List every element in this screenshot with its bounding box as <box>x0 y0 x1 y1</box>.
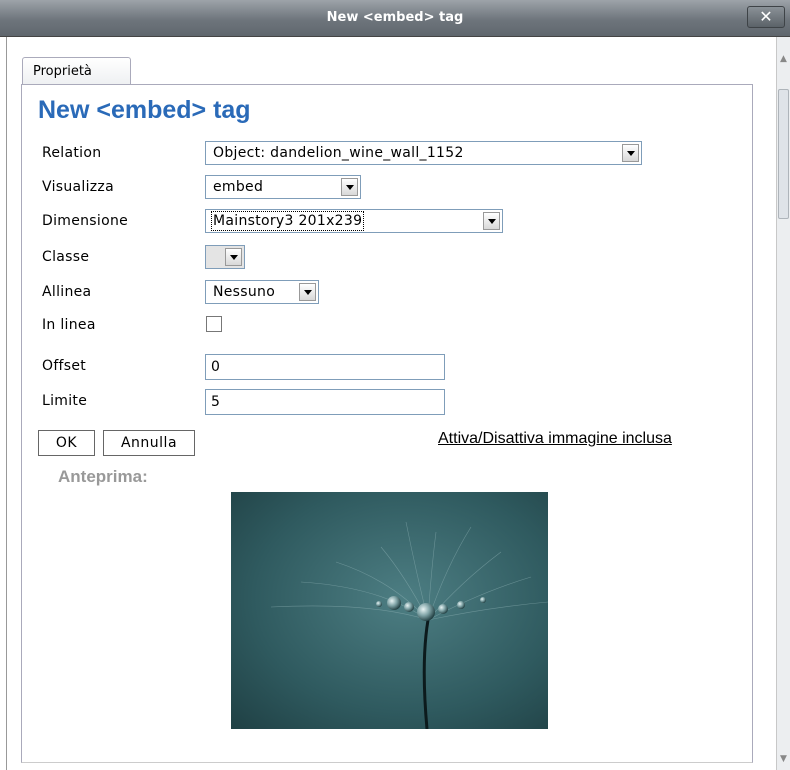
allinea-label: Allinea <box>42 284 92 300</box>
relation-label: Relation <box>42 145 102 161</box>
limite-input[interactable]: 5 <box>205 389 445 415</box>
offset-label: Offset <box>42 358 87 374</box>
tab-proprieta[interactable]: Proprietà <box>22 57 131 85</box>
relation-value: Object: dandelion_wine_wall_1152 <box>213 145 464 161</box>
annulla-button[interactable]: Annulla <box>103 430 195 456</box>
dimensione-label: Dimensione <box>42 213 129 229</box>
close-icon: ✕ <box>759 7 773 26</box>
classe-select[interactable] <box>205 245 245 269</box>
dialog-title: New <embed> tag <box>326 10 464 25</box>
chevron-down-icon <box>483 212 500 230</box>
dimensione-value: Mainstory3 201x239 <box>210 211 365 231</box>
preview-label: Anteprima: <box>58 467 148 486</box>
relation-select[interactable]: Object: dandelion_wine_wall_1152 <box>205 141 642 165</box>
dialog-titlebar: New <embed> tag ✕ <box>0 0 790 37</box>
allinea-select[interactable]: Nessuno <box>205 280 319 304</box>
offset-input[interactable]: 0 <box>205 354 445 380</box>
visualizza-select[interactable]: embed <box>205 175 361 199</box>
in-linea-label: In linea <box>42 317 96 333</box>
ok-button[interactable]: OK <box>38 430 95 456</box>
scroll-up-icon[interactable]: ▲ <box>777 51 790 67</box>
visualizza-label: Visualizza <box>42 179 114 195</box>
chevron-down-icon <box>299 283 316 301</box>
visualizza-value: embed <box>213 179 264 195</box>
chevron-down-icon <box>341 178 358 196</box>
allinea-value: Nessuno <box>213 284 276 300</box>
chevron-down-icon <box>225 248 242 266</box>
vertical-scrollbar[interactable]: ▲ ▼ <box>776 37 790 770</box>
close-button[interactable]: ✕ <box>747 6 785 28</box>
scroll-down-icon[interactable]: ▼ <box>777 751 790 767</box>
page-title: New <embed> tag <box>38 96 251 124</box>
scroll-thumb[interactable] <box>778 89 789 219</box>
toggle-image-link[interactable]: Attiva/Disattiva immagine inclusa <box>438 430 672 448</box>
dimensione-select[interactable]: Mainstory3 201x239 <box>205 209 503 233</box>
chevron-down-icon <box>622 144 639 162</box>
preview-image <box>231 492 548 729</box>
classe-label: Classe <box>42 249 90 265</box>
in-linea-checkbox[interactable] <box>206 316 222 332</box>
limite-label: Limite <box>42 393 88 409</box>
